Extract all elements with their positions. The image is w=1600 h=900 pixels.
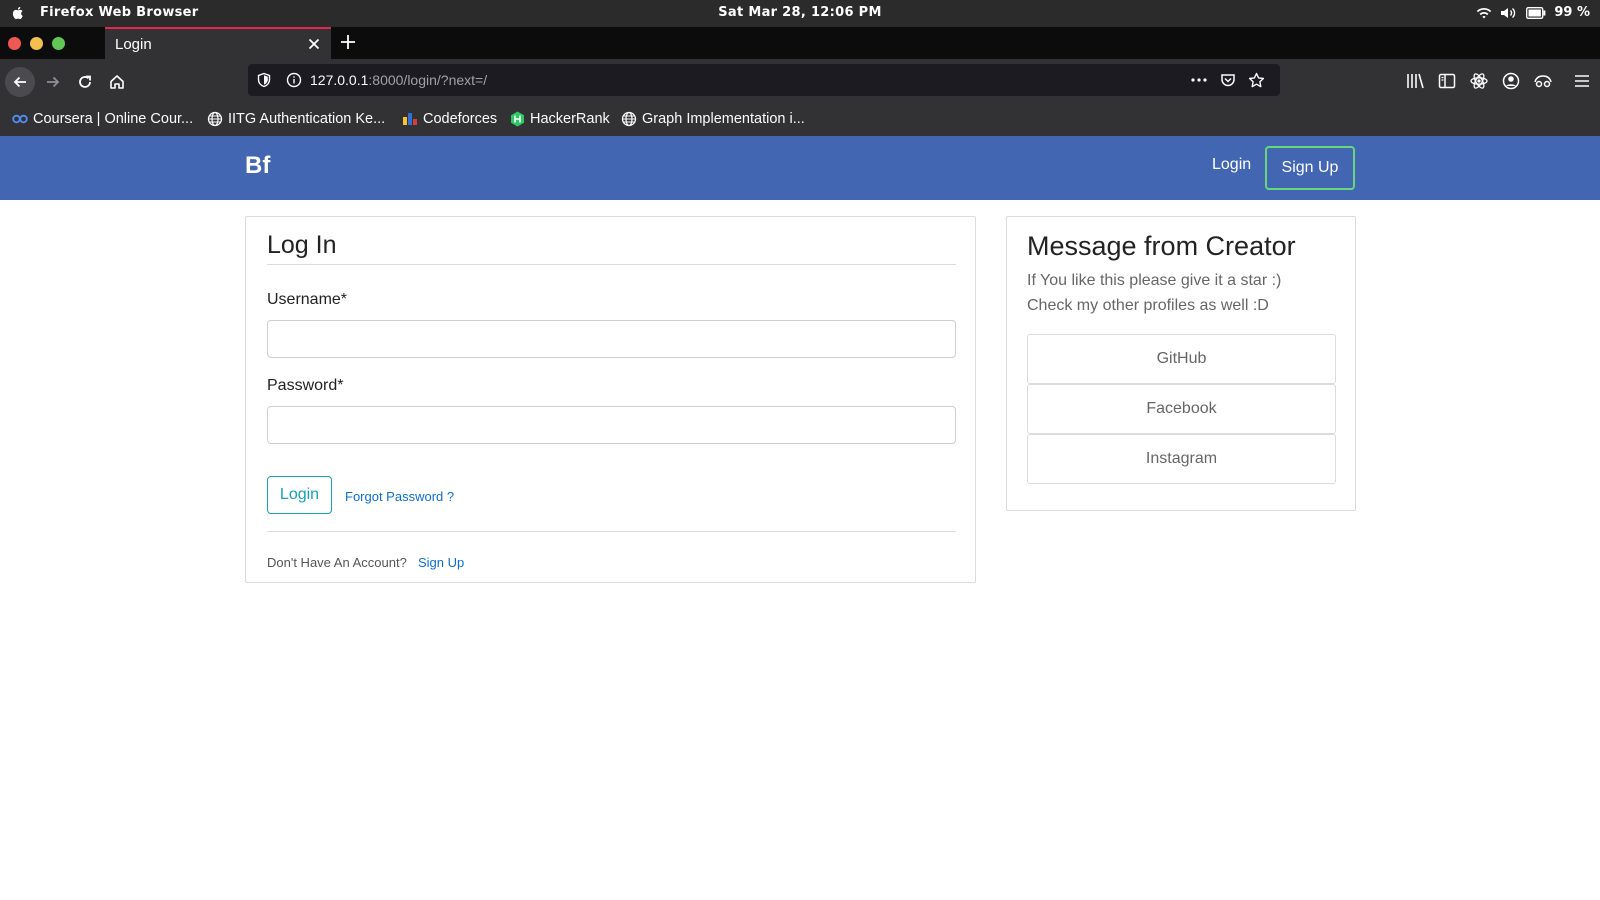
github-button[interactable]: GitHub <box>1027 334 1336 384</box>
site-navbar: Bf Login Sign Up <box>0 136 1600 200</box>
close-window-button[interactable] <box>8 37 21 50</box>
system-clock[interactable]: Sat Mar 28, 12:06 PM <box>0 5 1600 20</box>
bookmark-codeforces[interactable]: Codeforces <box>402 111 497 127</box>
divider <box>267 264 956 265</box>
tracking-protection-icon[interactable] <box>256 72 272 88</box>
battery-icon[interactable] <box>1526 6 1546 19</box>
volume-icon[interactable] <box>1500 6 1518 20</box>
home-button[interactable] <box>102 67 132 97</box>
bookmark-label: Codeforces <box>423 111 498 127</box>
forward-arrow-icon <box>47 76 60 88</box>
codeforces-icon <box>403 113 417 125</box>
system-tray: 99 % <box>1476 5 1590 20</box>
reload-icon <box>79 75 91 88</box>
reload-button[interactable] <box>70 67 100 97</box>
back-button[interactable] <box>5 67 35 97</box>
message-line-1: If You like this please give it a star :… <box>1027 272 1282 289</box>
library-icon[interactable] <box>1405 71 1425 91</box>
bookmark-graph[interactable]: Graph Implementation i... <box>621 111 805 127</box>
bookmark-coursera[interactable]: Coursera | Online Cour... <box>12 111 193 127</box>
url-bar[interactable]: 127.0.0.1:8000/login/?next=/ <box>248 64 1280 96</box>
bookmark-iitg[interactable]: IITG Authentication Ke... <box>207 111 385 127</box>
nav-signup-button[interactable]: Sign Up <box>1265 146 1355 190</box>
os-menu-bar: Firefox Web Browser Sat Mar 28, 12:06 PM… <box>0 0 1600 27</box>
tab-strip: Login <box>0 27 1600 59</box>
message-heading: Message from Creator <box>1027 231 1296 261</box>
maximize-window-button[interactable] <box>52 37 65 50</box>
password-label: Password* <box>267 377 344 394</box>
url-text[interactable]: 127.0.0.1:8000/login/?next=/ <box>310 72 487 88</box>
url-host: 127.0.0.1 <box>310 72 369 88</box>
bookmark-label: Coursera | Online Cour... <box>33 111 194 127</box>
site-info-icon[interactable] <box>286 72 302 88</box>
minimize-window-button[interactable] <box>30 37 43 50</box>
site-brand[interactable]: Bf <box>245 152 270 180</box>
message-line-2: Check my other profiles as well :D <box>1027 297 1269 314</box>
globe-icon <box>621 111 637 127</box>
back-arrow-icon <box>13 76 26 88</box>
url-path: :8000/login/?next=/ <box>368 72 488 88</box>
active-tab[interactable]: Login <box>105 27 331 59</box>
home-icon <box>110 75 124 89</box>
sidebar-icon[interactable] <box>1437 71 1457 91</box>
react-devtools-icon[interactable] <box>1469 71 1489 91</box>
battery-percent: 99 % <box>1554 5 1590 20</box>
signup-link[interactable]: Sign Up <box>418 555 464 570</box>
pocket-icon[interactable] <box>1220 72 1236 88</box>
forward-button[interactable] <box>38 67 68 97</box>
facebook-button[interactable]: Facebook <box>1027 384 1336 434</box>
tab-title: Login <box>115 36 152 53</box>
message-card: Message from Creator If You like this pl… <box>1006 216 1356 511</box>
bookmarks-toolbar: Coursera | Online Cour... IITG Authentic… <box>0 104 1600 136</box>
username-input[interactable] <box>267 320 956 358</box>
navigation-toolbar: 127.0.0.1:8000/login/?next=/ <box>0 59 1600 104</box>
coursera-icon <box>12 114 28 124</box>
globe-icon <box>207 111 223 127</box>
menu-icon[interactable] <box>1572 71 1592 91</box>
page-actions-icon[interactable] <box>1190 72 1208 88</box>
nav-login-link[interactable]: Login <box>1212 156 1251 174</box>
forgot-password-link[interactable]: Forgot Password ? <box>345 489 454 504</box>
bookmark-label: HackerRank <box>530 111 610 127</box>
account-icon[interactable] <box>1501 71 1521 91</box>
bookmark-hackerrank[interactable]: HackerRank <box>510 111 610 127</box>
username-label: Username* <box>267 291 348 308</box>
hackerrank-icon <box>511 111 524 127</box>
password-input[interactable] <box>267 406 956 444</box>
bookmark-label: Graph Implementation i... <box>642 111 805 127</box>
bookmark-star-icon[interactable] <box>1248 72 1265 88</box>
new-tab-icon[interactable] <box>338 32 358 52</box>
no-account-text: Don't Have An Account? <box>267 555 407 570</box>
login-button[interactable]: Login <box>267 476 332 514</box>
private-browsing-icon[interactable] <box>1533 71 1553 91</box>
wifi-icon[interactable] <box>1476 6 1492 20</box>
login-card: Log In Username* Password* Login Forgot … <box>245 216 976 583</box>
instagram-button[interactable]: Instagram <box>1027 434 1336 484</box>
login-heading: Log In <box>267 231 337 259</box>
bookmark-label: IITG Authentication Ke... <box>228 111 386 127</box>
close-tab-icon[interactable] <box>305 35 323 53</box>
divider <box>267 531 956 532</box>
